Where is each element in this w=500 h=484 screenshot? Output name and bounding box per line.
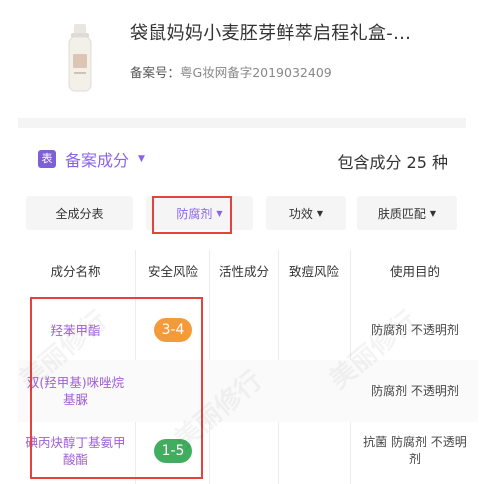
column-header-acne-risk: 致痘风险 [288,264,339,279]
filter-label: 全成分表 [55,206,104,221]
product-registration: 备案号：粤G妆网备字2019032409 [130,62,332,81]
product-title: 袋鼠妈妈小麦胚芽鲜萃启程礼盒-… [130,23,412,44]
active-cell [210,422,278,480]
section-divider [18,118,466,128]
filter-full-ingredients[interactable]: 全成分表 [26,196,133,230]
product-header: 袋鼠妈妈小麦胚芽鲜萃启程礼盒-… 备案号：粤G妆网备字2019032409 [0,0,500,108]
section-title: 备案成分 [65,151,130,170]
active-cell [210,360,278,422]
filter-bar: 全成分表 防腐剂 ▼ 功效 ▼ 肤质匹配 ▼ [20,196,476,230]
ingredient-count: 包含成分 25 种 [337,153,448,172]
registration-number: 粤G妆网备字2019032409 [180,65,332,80]
acne-risk-cell [278,360,350,422]
highlight-box-filter [152,196,232,234]
active-cell [210,300,278,360]
column-header-active: 活性成分 [218,264,269,279]
chevron-down-icon: ▼ [138,154,145,164]
filter-label: 功效 [288,206,313,221]
column-header-safety-risk: 安全风险 [147,264,198,279]
registration-label: 备案号： [130,65,181,80]
filter-label: 肤质匹配 [377,206,426,221]
column-header-name: 成分名称 [50,264,101,279]
product-bottle-image [68,24,92,92]
caret-down-icon: ▼ [429,208,437,218]
acne-risk-cell [278,422,350,480]
ingredient-section-toggle[interactable]: 表 备案成分 ▼ [38,148,145,170]
purpose-cell: 防腐剂 不透明剂 [371,322,459,337]
purpose-cell: 防腐剂 不透明剂 [371,383,459,398]
filter-skin-type[interactable]: 肤质匹配 ▼ [357,196,457,230]
purpose-cell: 抗菌 防腐剂 不透明剂 [363,435,467,466]
table-header: 成分名称 安全风险 活性成分 致痘风险 使用目的 [18,250,478,294]
acne-risk-cell [278,300,350,360]
caret-down-icon: ▼ [316,208,324,218]
column-header-purpose: 使用目的 [389,264,440,279]
filter-efficacy[interactable]: 功效 ▼ [266,196,346,230]
table-icon: 表 [38,150,56,168]
highlight-box-ingredients [30,297,203,479]
